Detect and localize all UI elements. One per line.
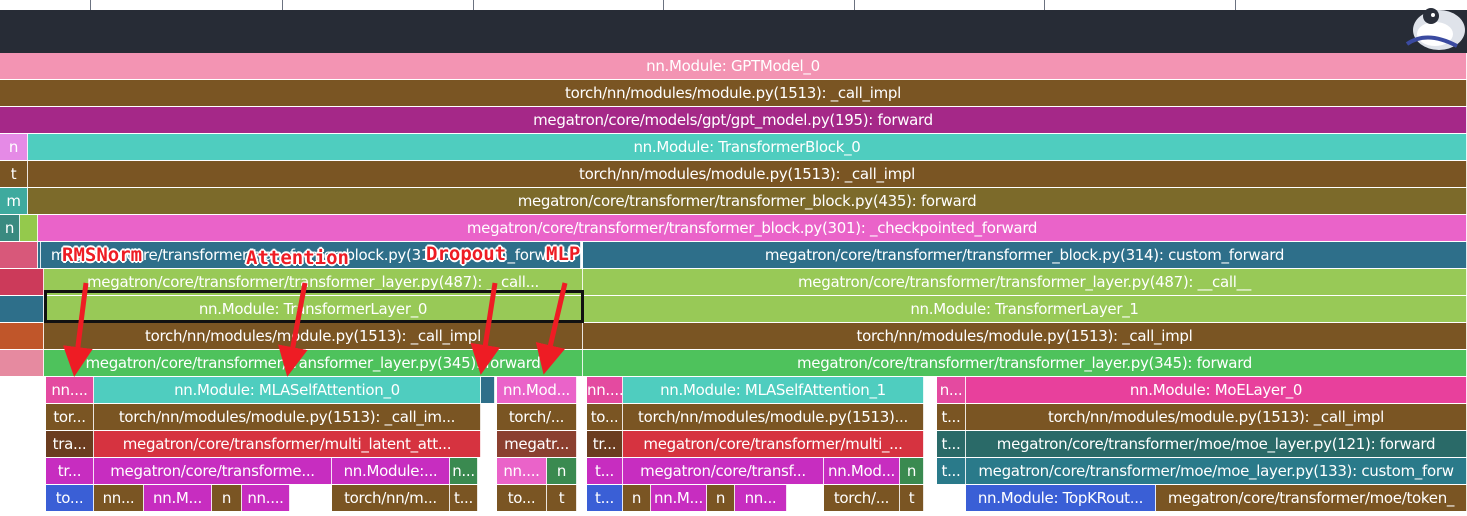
flame-frame[interactable]: torch/...	[497, 404, 577, 430]
flame-frame[interactable]: nn.Module: MLASelfAttention_0	[94, 377, 481, 403]
flame-frame[interactable]: to...	[587, 404, 623, 430]
flame-frame[interactable]: m	[0, 188, 28, 214]
ruler-tick	[473, 0, 474, 10]
flame-frame[interactable]: torch/nn/modules/module.py(1513): _call_…	[966, 404, 1467, 430]
flame-frame[interactable]: megatron/core/transformer/transformer_la…	[44, 350, 583, 376]
flame-frame[interactable]: n	[212, 485, 242, 511]
flame-frame[interactable]: megatron/core/transforme...	[94, 458, 332, 484]
ruler-tick	[1044, 0, 1045, 10]
flame-frame[interactable]: t...	[450, 485, 478, 511]
flame-frame[interactable]: t	[547, 485, 577, 511]
time-ruler	[0, 0, 1467, 10]
profiler-toolbar	[0, 0, 1467, 53]
flame-frame[interactable]: torch/nn/modules/module.py(1513)...	[623, 404, 924, 430]
flame-frame[interactable]	[0, 242, 38, 268]
flame-frame[interactable]: t...	[587, 485, 623, 511]
flame-frame[interactable]: tor...	[46, 404, 94, 430]
flame-frame[interactable]: nn....	[497, 458, 547, 484]
ruler-tick	[1235, 0, 1236, 10]
flame-frame[interactable]: to...	[497, 485, 547, 511]
flame-frame[interactable]: nn....	[242, 485, 290, 511]
flame-frame[interactable]: nn....	[46, 377, 94, 403]
flame-frame[interactable]: n	[0, 215, 20, 241]
flame-frame[interactable]: n...	[450, 458, 478, 484]
flame-frame[interactable]: nn.Mod...	[497, 377, 577, 403]
flame-frame[interactable]: nn.Module: MLASelfAttention_1	[623, 377, 924, 403]
flame-frame[interactable]: megatron/core/transformer/transformer_la…	[583, 350, 1467, 376]
flame-frame[interactable]: torch/nn/m...	[332, 485, 450, 511]
flame-frame[interactable]: torch/nn/modules/module.py(1513): _call_…	[28, 161, 1467, 187]
transformer-layer-highlight	[44, 290, 584, 323]
flame-frame[interactable]	[0, 269, 44, 295]
annotation-rmsnorm: RMSNorm	[62, 244, 143, 266]
flame-frame[interactable]	[0, 323, 44, 349]
flame-frame[interactable]: nn.Module: TransformerLayer_1	[583, 296, 1467, 322]
ruler-tick	[90, 0, 91, 10]
flame-frame[interactable]: megatron/core/transformer/transformer_bl…	[583, 242, 1467, 268]
flame-frame[interactable]: tra...	[46, 431, 94, 457]
flame-frame[interactable]: nn.Mod...	[824, 458, 900, 484]
ruler-tick	[663, 0, 664, 10]
flame-frame[interactable]: nn.Module:...	[332, 458, 450, 484]
flame-frame[interactable]: torch/nn/modules/module.py(1513): _call_…	[583, 323, 1467, 349]
flame-frame[interactable]: nn.Module: MoELayer_0	[966, 377, 1467, 403]
flame-frame[interactable]: megatron/core/transformer/multi_latent_a…	[94, 431, 481, 457]
ruler-tick	[282, 0, 283, 10]
flame-frame[interactable]: megatron/core/transformer/transformer_bl…	[28, 188, 1467, 214]
flame-frame[interactable]	[20, 215, 38, 241]
flame-frame[interactable]: nn.Module: GPTModel_0	[0, 53, 1467, 79]
flame-frame[interactable]: n...	[937, 377, 966, 403]
flame-frame[interactable]: megatr...	[497, 431, 577, 457]
flame-frame[interactable]: n	[623, 485, 651, 511]
flame-frame[interactable]: t...	[937, 458, 966, 484]
flame-frame[interactable]: megatron/core/transformer/moe/token_	[1156, 485, 1467, 511]
flame-frame[interactable]	[0, 296, 44, 322]
annotation-mlp: MLP	[546, 243, 581, 265]
flame-frame[interactable]: t	[0, 161, 28, 187]
flame-frame[interactable]: n	[707, 485, 735, 511]
flame-frame[interactable]: torch/...	[824, 485, 900, 511]
flame-frame[interactable]: torch/nn/modules/module.py(1513): _call_…	[0, 80, 1467, 106]
flame-frame[interactable]: t	[900, 485, 924, 511]
flame-frame[interactable]: nn.Module: TransformerBlock_0	[28, 134, 1467, 160]
flame-frame[interactable]: nn.M...	[651, 485, 707, 511]
flame-frame[interactable]: torch/nn/modules/module.py(1513): _call_…	[44, 323, 583, 349]
flame-frame[interactable]: nn.Module: TopKRout...	[966, 485, 1156, 511]
flame-frame[interactable]: megatron/core/transformer/transformer_la…	[583, 269, 1467, 295]
flame-frame[interactable]	[481, 377, 495, 403]
flame-frame[interactable]: megatron/core/transf...	[623, 458, 824, 484]
flame-frame[interactable]: nn....	[587, 377, 623, 403]
flame-frame[interactable]: n	[0, 134, 28, 160]
flame-frame[interactable]: nn.M...	[144, 485, 212, 511]
flame-graph: nn.Module: GPTModel_0 torch/nn/modules/mo…	[0, 53, 1467, 516]
flame-frame[interactable]: torch/nn/modules/module.py(1513): _call_…	[94, 404, 481, 430]
flame-frame[interactable]	[0, 350, 44, 376]
flame-frame[interactable]: t...	[937, 404, 966, 430]
flame-frame[interactable]: megatron/core/transformer/moe/moe_layer.…	[966, 431, 1467, 457]
flame-frame[interactable]: tr...	[46, 458, 94, 484]
flame-frame[interactable]: tr...	[587, 431, 623, 457]
annotation-dropout: Dropout	[426, 243, 507, 265]
mascot-image	[1387, 0, 1467, 50]
flame-frame[interactable]: megatron/core/transformer/moe/moe_layer.…	[966, 458, 1467, 484]
flame-frame[interactable]: nn...	[94, 485, 144, 511]
flame-frame[interactable]: nn...	[735, 485, 787, 511]
flame-frame[interactable]: megatron/core/models/gpt/gpt_model.py(19…	[0, 107, 1467, 133]
ruler-tick	[854, 0, 855, 10]
flame-frame[interactable]: megatron/core/transformer/multi_...	[623, 431, 924, 457]
flame-frame[interactable]: n	[900, 458, 924, 484]
flame-frame[interactable]: megatron/core/transformer/transformer_bl…	[38, 215, 1467, 241]
flame-frame[interactable]: t...	[937, 431, 966, 457]
flame-frame[interactable]: n	[547, 458, 577, 484]
flame-frame[interactable]: to...	[46, 485, 94, 511]
flame-frame[interactable]: t...	[587, 458, 623, 484]
annotation-attention: Attention	[246, 247, 349, 269]
